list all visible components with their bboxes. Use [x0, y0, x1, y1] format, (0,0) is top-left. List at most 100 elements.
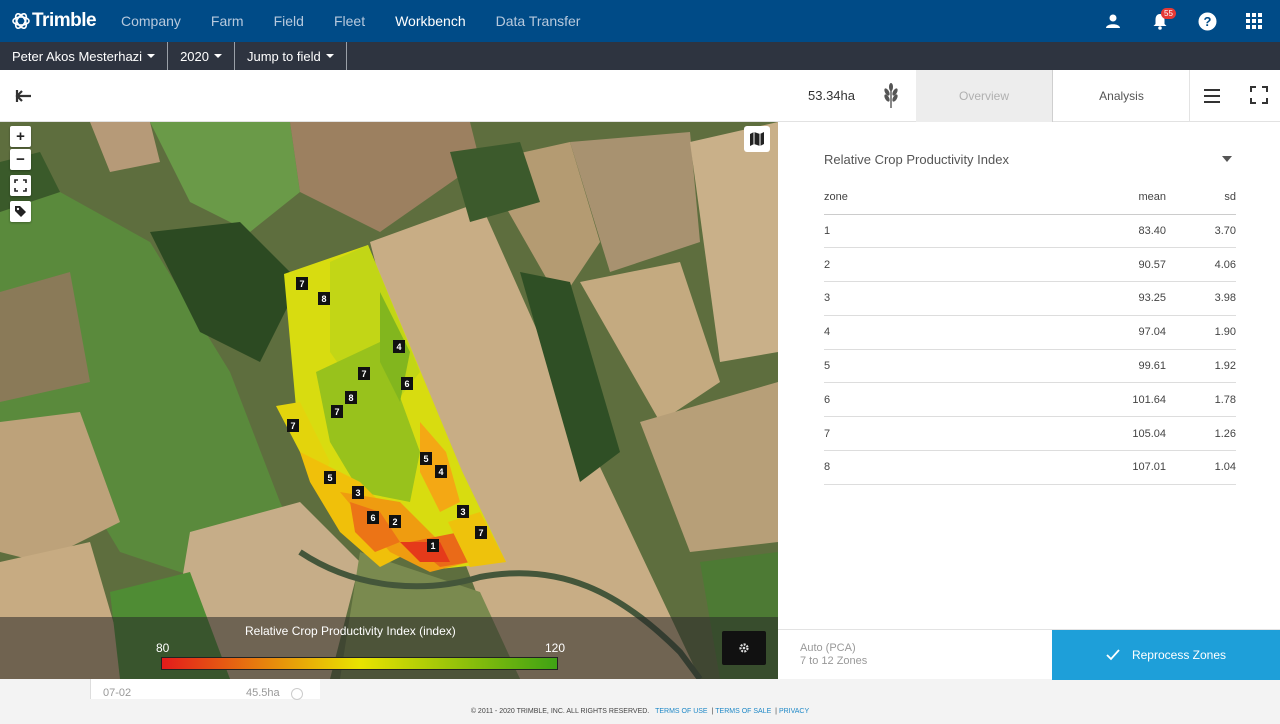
table-row: 5 99.61 1.92 [824, 349, 1236, 384]
zoning-method[interactable]: Auto (PCA) 7 to 12 Zones [800, 642, 867, 668]
chevron-down-icon[interactable] [1222, 156, 1232, 162]
col-mean: mean [1046, 180, 1166, 215]
gear-icon [739, 643, 749, 653]
legend-title: Relative Crop Productivity Index (index) [245, 624, 456, 638]
svg-text:1: 1 [430, 541, 435, 551]
svg-text:5: 5 [423, 454, 428, 464]
mean-cell: 97.04 [1046, 315, 1166, 350]
mean-cell: 83.40 [1046, 214, 1166, 249]
svg-text:7: 7 [334, 407, 339, 417]
back-button[interactable] [14, 86, 34, 106]
mean-cell: 105.04 [1046, 416, 1166, 452]
zoning-method-label: Auto (PCA) [800, 642, 856, 654]
user-icon[interactable] [1097, 5, 1129, 37]
svg-text:2: 2 [392, 517, 397, 527]
user-selector-label: Peter Akos Mesterhazi [12, 48, 143, 64]
analysis-panel: Relative Crop Productivity Index zone me… [778, 122, 1280, 680]
help-icon[interactable]: ? [1191, 5, 1223, 37]
sd-cell: 3.98 [1166, 281, 1236, 316]
field-list-item[interactable]: 07-02 45.5ha [90, 679, 320, 700]
labels-toggle-button[interactable] [10, 201, 31, 222]
reprocess-zones-button[interactable]: Reprocess Zones [1052, 630, 1280, 680]
map-icon [750, 132, 764, 146]
table-header: zone mean sd [824, 180, 1236, 215]
check-icon [1106, 649, 1120, 661]
zoning-footer: Auto (PCA) 7 to 12 Zones Reprocess Zones [778, 629, 1280, 680]
map-settings-button[interactable] [722, 631, 766, 665]
fit-bounds-button[interactable] [10, 175, 31, 196]
field-date: 07-02 [103, 687, 132, 699]
nav-farm[interactable]: Farm [196, 13, 259, 29]
wheat-icon [880, 83, 902, 109]
svg-text:3: 3 [355, 488, 360, 498]
reprocess-zones-label: Reprocess Zones [1131, 648, 1227, 662]
svg-text:6: 6 [404, 379, 409, 389]
mean-cell: 93.25 [1046, 281, 1166, 316]
mean-cell: 90.57 [1046, 247, 1166, 283]
legend-min: 80 [156, 641, 170, 655]
nav-field[interactable]: Field [259, 13, 319, 29]
zone-cell: 3 [824, 281, 1046, 316]
field-list-area: 45.5ha [246, 687, 280, 699]
table-row: 2 90.57 4.06 [824, 247, 1236, 283]
page-footer: © 2011 - 2020 TRIMBLE, INC. ALL RIGHTS R… [0, 700, 1280, 720]
svg-text:?: ? [1203, 14, 1211, 29]
chevron-down-icon [325, 54, 334, 58]
apps-grid-icon[interactable] [1238, 5, 1270, 37]
nav-data-transfer[interactable]: Data Transfer [481, 13, 596, 29]
zoom-in-button[interactable]: + [10, 126, 31, 147]
col-sd: sd [1166, 180, 1236, 215]
sd-cell: 1.04 [1166, 450, 1236, 485]
svg-text:4: 4 [396, 342, 401, 352]
mean-cell: 107.01 [1046, 450, 1166, 485]
nav-fleet[interactable]: Fleet [319, 13, 380, 29]
chevron-down-icon [213, 54, 222, 58]
workbench-toolbar: 53.34ha Overview Analysis [0, 70, 1280, 122]
fullscreen-icon[interactable] [1250, 86, 1268, 104]
tab-overview[interactable]: Overview [916, 70, 1053, 122]
terms-of-sale-link[interactable]: TERMS OF SALE [715, 708, 771, 715]
svg-text:7: 7 [478, 528, 483, 538]
map-view[interactable]: 7 8 4 7 6 8 7 7 5 4 5 3 6 2 3 7 1 + − Re… [0, 122, 778, 679]
table-row: 3 93.25 3.98 [824, 281, 1236, 316]
info-icon[interactable] [291, 688, 303, 700]
svg-text:5: 5 [327, 473, 332, 483]
tab-analysis[interactable]: Analysis [1054, 70, 1190, 122]
nav-company[interactable]: Company [106, 13, 196, 29]
mean-cell: 101.64 [1046, 382, 1166, 418]
menu-icon[interactable] [1202, 86, 1222, 106]
tag-icon [15, 206, 26, 217]
bell-icon[interactable]: 55 [1144, 5, 1176, 37]
table-row: 8 107.01 1.04 [824, 450, 1236, 485]
svg-text:7: 7 [290, 421, 295, 431]
legend-max: 120 [545, 641, 566, 655]
trimble-logo-icon [12, 13, 30, 29]
sd-cell: 1.92 [1166, 349, 1236, 384]
zone-cell: 1 [824, 214, 1046, 249]
logo-text: Trimble [32, 10, 97, 31]
svg-text:4: 4 [438, 467, 443, 477]
jump-to-field-selector[interactable]: Jump to field [235, 42, 347, 70]
svg-text:3: 3 [460, 507, 465, 517]
zone-cell: 8 [824, 450, 1046, 485]
zoom-out-button[interactable]: − [10, 149, 31, 170]
privacy-link[interactable]: PRIVACY [779, 708, 809, 715]
metric-selector-label[interactable]: Relative Crop Productivity Index [824, 152, 1009, 167]
back-arrow-icon [15, 90, 31, 102]
nav-workbench[interactable]: Workbench [380, 13, 481, 29]
year-selector[interactable]: 2020 [168, 42, 235, 70]
context-bar: Peter Akos Mesterhazi 2020 Jump to field [0, 42, 1280, 70]
zone-cell: 4 [824, 315, 1046, 350]
sd-cell: 3.70 [1166, 214, 1236, 249]
sd-cell: 1.26 [1166, 416, 1236, 452]
legend-gradient [161, 657, 558, 670]
trimble-logo[interactable]: Trimble [12, 10, 106, 32]
fit-bounds-icon [14, 179, 27, 192]
terms-of-use-link[interactable]: TERMS OF USE [655, 708, 708, 715]
map-layers-button[interactable] [744, 126, 770, 152]
sd-cell: 1.90 [1166, 315, 1236, 350]
satellite-imagery: 7 8 4 7 6 8 7 7 5 4 5 3 6 2 3 7 1 [0, 122, 778, 679]
user-selector[interactable]: Peter Akos Mesterhazi [0, 42, 169, 70]
col-zone: zone [824, 180, 1046, 215]
table-row: 7 105.04 1.26 [824, 416, 1236, 452]
